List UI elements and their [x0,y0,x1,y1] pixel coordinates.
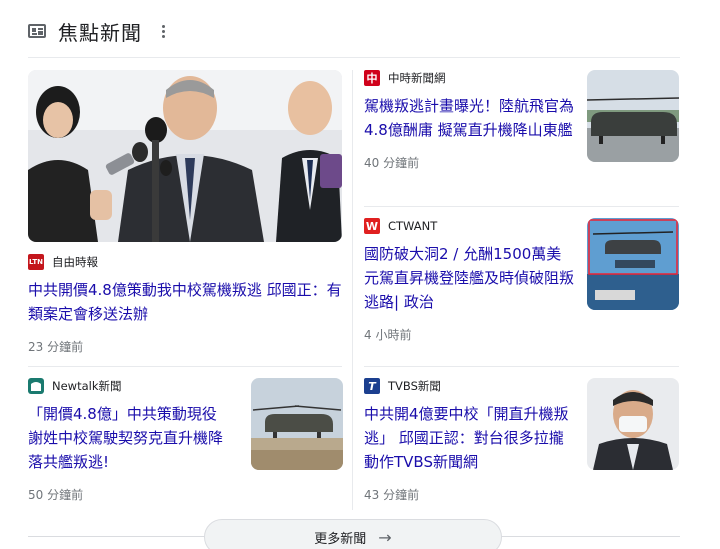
source-name: Newtalk新聞 [52,379,122,393]
news-source: T TVBS新聞 [364,378,574,394]
more-news-button[interactable]: 更多新聞 → [204,519,502,549]
news-card[interactable]: T TVBS新聞 中共開4億要中校「開直升機叛逃」 邱國正認：對台很多拉攏動作T… [364,378,574,503]
column-divider [352,70,353,510]
news-headline[interactable]: 國防破大洞2 / 允酬1500萬美元駕直昇機登陸艦及時偵破阻叛逃路| 政治 [364,242,574,314]
item-divider [28,366,342,367]
item-divider [364,366,679,367]
news-card[interactable]: W CTWANT 國防破大洞2 / 允酬1500萬美元駕直昇機登陸艦及時偵破阻叛… [364,218,574,343]
more-news-label: 更多新聞 [314,531,367,547]
chinatimes-logo-icon: 中 [364,70,380,86]
news-headline[interactable]: 駕機叛逃計畫曝光！陸航飛官為4.8億酬庸 擬駕直升機降山東艦 [364,94,574,142]
more-options-icon[interactable] [158,21,169,42]
news-source: LTN 自由時報 [28,254,342,270]
tvbs-logo-icon: T [364,378,380,394]
news-headline[interactable]: 中共開4億要中校「開直升機叛逃」 邱國正認：對台很多拉攏動作TVBS新聞網 [364,402,574,474]
news-source: W CTWANT [364,218,574,234]
news-headline[interactable]: 「開價4.8億」中共策動現役謝姓中校駕駛契努克直升機降落共艦叛逃! [28,402,228,474]
news-source: 中 中時新聞網 [364,70,574,86]
news-timestamp: 4 小時前 [364,328,412,342]
news-timestamp: 50 分鐘前 [28,488,84,502]
arrow-right-icon: → [378,527,392,547]
ctwant-logo-icon: W [364,218,380,234]
source-name: TVBS新聞 [388,379,441,393]
newspaper-icon [28,24,46,38]
news-timestamp: 40 分鐘前 [364,156,420,170]
news-timestamp: 43 分鐘前 [364,488,420,502]
featured-news-card[interactable]: LTN 自由時報 中共開價4.8億策動我中校駕機叛逃 邱國正：有類案定會移送法辦… [28,70,342,355]
section-title: 焦點新聞 [58,20,142,45]
item-divider [364,206,679,207]
news-headline[interactable]: 中共開價4.8億策動我中校駕機叛逃 邱國正：有類案定會移送法辦 [28,278,342,326]
person-thumbnail [587,378,679,470]
news-timestamp: 23 分鐘前 [28,340,84,354]
helicopter-ship-thumbnail [587,218,679,310]
source-name: 中時新聞網 [388,71,446,85]
header-divider [28,57,680,58]
source-name: CTWANT [388,219,438,233]
helicopter-thumbnail [251,378,343,470]
section-header: 焦點新聞 [28,14,169,48]
newtalk-logo-icon [28,378,44,394]
source-name: 自由時報 [52,255,98,269]
featured-news-image [28,70,342,242]
helicopter-thumbnail [587,70,679,162]
ltn-logo-icon: LTN [28,254,44,270]
news-card[interactable]: 中 中時新聞網 駕機叛逃計畫曝光！陸航飛官為4.8億酬庸 擬駕直升機降山東艦 4… [364,70,574,171]
